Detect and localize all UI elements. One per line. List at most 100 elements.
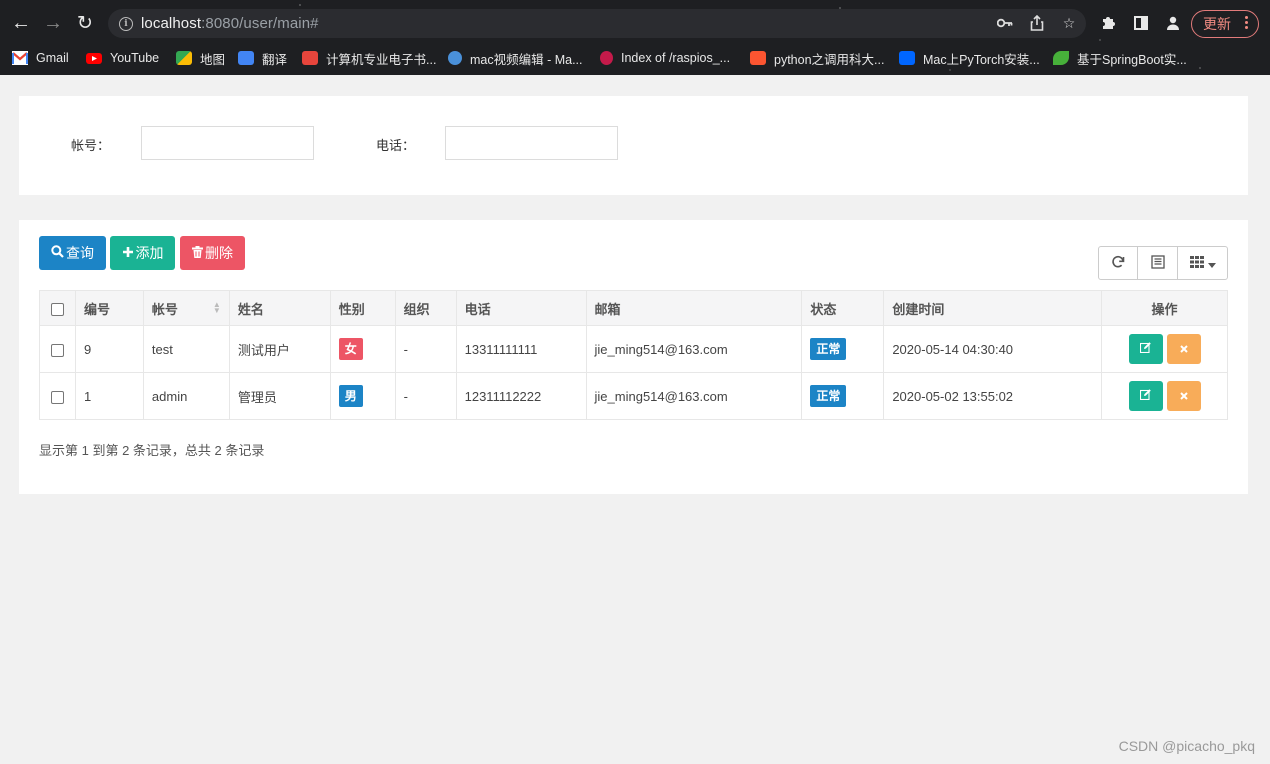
add-button[interactable]: 添加 [110,236,175,270]
translate-icon [238,51,254,65]
grid-columns-icon [1189,255,1204,271]
table-tools [1098,246,1228,280]
bookmark-youtube[interactable]: YouTube [86,47,159,69]
table-row[interactable]: 9 test 测试用户 女 - 13311111111 jie_ming514@… [39,325,1228,373]
header-status[interactable]: 状态 [801,290,885,326]
table-header-row: 编号 帐号 ▲ ▼ 姓名 性别 组织 电话 邮箱 状态 创建时间 操作 [39,290,1228,326]
query-button[interactable]: 查询 [39,236,106,270]
url-text[interactable]: localhost:8080/user/main# [141,15,319,32]
edit-icon [1139,342,1151,356]
phone-label: 电话： [376,138,416,153]
edit-button[interactable] [1128,381,1163,411]
cell-account: admin [142,372,230,420]
row-checkbox[interactable] [50,390,64,404]
account-input[interactable] [141,126,314,160]
header-created[interactable]: 创建时间 [883,290,1103,326]
menu-kebab-icon[interactable] [1245,15,1248,30]
bookmark-mac-video[interactable]: mac视频编辑 - Ma... [448,47,583,69]
cell-status: 正常 [801,325,885,373]
cell-account: test [142,325,230,373]
cell-actions [1101,372,1228,420]
status-badge: 正常 [810,338,847,360]
browser-chrome: ← → ↻ i localhost:8080/user/main# ☆ 更新 G… [0,0,1270,75]
delete-button[interactable]: 删除 [180,236,245,270]
cell-phone: 12311112222 [455,372,587,420]
header-id[interactable]: 编号 [74,290,144,326]
back-arrow-icon[interactable]: ← [9,11,33,35]
edit-icon [1139,389,1151,403]
share-icon[interactable] [1028,14,1046,32]
address-bar[interactable]: i localhost:8080/user/main# ☆ [108,9,1086,38]
side-panel-icon[interactable] [1131,13,1151,33]
row-checkbox[interactable] [50,343,64,357]
cell-name: 管理员 [228,372,331,420]
cell-status: 正常 [801,372,885,420]
cell-id: 9 [74,325,144,373]
trash-icon [192,245,203,261]
select-all-checkbox[interactable] [50,302,64,316]
cell-actions [1101,325,1228,373]
bookmark-gmail[interactable]: Gmail [12,47,69,69]
browser-toolbar: ← → ↻ i localhost:8080/user/main# ☆ 更新 [0,0,1270,46]
circle-site-icon [448,51,462,65]
columns-dropdown-button[interactable] [1178,247,1227,279]
pagination-summary: 显示第 1 到第 2 条记录，总共 2 条记录 [39,443,265,458]
remove-button[interactable] [1166,381,1201,411]
bookmark-raspios[interactable]: Index of /raspios_... [600,47,730,69]
header-actions: 操作 [1101,290,1228,326]
header-gender[interactable]: 性别 [329,290,396,326]
status-badge: 正常 [810,385,847,407]
select-all-cell [39,290,76,326]
gender-badge: 男 [338,385,363,407]
table-row[interactable]: 1 admin 管理员 男 - 12311112222 jie_ming514@… [39,372,1228,420]
csdn-icon [750,51,766,65]
bookmark-maps[interactable]: 地图 [176,47,225,69]
toggle-view-button[interactable] [1138,247,1178,279]
profile-avatar-icon[interactable] [1163,13,1183,33]
site-info-icon[interactable]: i [119,16,133,31]
key-icon[interactable] [996,14,1014,32]
cell-email: jie_ming514@163.com [585,325,803,373]
refresh-button[interactable] [1099,247,1138,279]
phone-input[interactable] [445,126,618,160]
cell-email: jie_ming514@163.com [585,372,803,420]
bookmark-springboot[interactable]: 基于SpringBoot实... [1053,47,1187,69]
list-view-icon [1150,254,1165,272]
extensions-puzzle-icon[interactable] [1098,13,1118,33]
edit-button[interactable] [1128,334,1163,364]
caret-down-icon [1207,255,1216,271]
forward-arrow-icon[interactable]: → [41,11,65,35]
zhihu-icon [899,51,915,65]
gender-badge: 女 [338,338,363,360]
user-table: 编号 帐号 ▲ ▼ 姓名 性别 组织 电话 邮箱 状态 创建时间 操作 9 test… [39,290,1228,420]
header-account[interactable]: 帐号 ▲ ▼ [142,290,230,326]
cell-name: 测试用户 [228,325,331,373]
bookmark-pytorch[interactable]: Mac上PyTorch安装... [899,47,1040,69]
search-panel: 帐号： 电话： [19,96,1248,195]
close-icon [1179,389,1188,403]
leaf-icon [1053,51,1069,65]
header-phone[interactable]: 电话 [455,290,587,326]
close-icon [1179,342,1188,356]
row-select-cell [39,372,76,420]
header-name[interactable]: 姓名 [228,290,331,326]
code-icon [302,51,318,65]
watermark: CSDN @picacho_pkq [1118,738,1255,754]
youtube-icon [86,52,102,64]
maps-icon [176,51,192,65]
sort-icon[interactable]: ▲ ▼ [213,300,221,314]
header-email[interactable]: 邮箱 [585,290,803,326]
bookmark-python[interactable]: python之调用科大... [750,47,884,69]
bookmark-star-icon[interactable]: ☆ [1060,14,1078,32]
reload-icon[interactable]: ↻ [73,11,97,35]
bookmark-ebooks[interactable]: 计算机专业电子书... [302,47,436,69]
gmail-icon [12,51,28,65]
update-label: 更新 [1203,16,1231,32]
header-org[interactable]: 组织 [394,290,457,326]
remove-button[interactable] [1166,334,1201,364]
cell-org: - [394,325,457,373]
account-label: 帐号： [71,138,111,153]
browser-update-button[interactable]: 更新 [1191,10,1259,38]
bookmark-translate[interactable]: 翻译 [238,47,287,69]
search-icon [51,245,64,261]
